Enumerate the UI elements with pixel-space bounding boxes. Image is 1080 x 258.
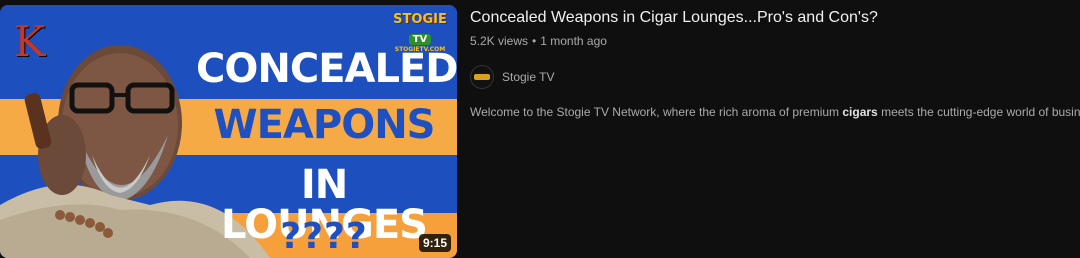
video-result[interactable]: K STOGIE TV STOGIETV.COM CONCEALED WEAPO… (0, 0, 1080, 258)
stogie-tv-avatar-icon[interactable] (470, 65, 494, 89)
thumbnail-line-1: CONCEALED (196, 46, 457, 92)
channel-row[interactable]: Stogie TV (470, 65, 1070, 89)
description-highlight: cigars (842, 105, 878, 119)
video-title[interactable]: Concealed Weapons in Cigar Lounges...Pro… (470, 7, 1070, 29)
thumbnail-line-4: ???? (280, 216, 368, 257)
duration-badge: 9:15 (418, 234, 451, 252)
meta-separator: • (532, 34, 537, 48)
thumbnail-logo: K (14, 17, 46, 66)
upload-age: 1 month ago (540, 34, 607, 48)
video-info: Concealed Weapons in Cigar Lounges...Pro… (470, 7, 1080, 121)
video-metadata: 5.2K views • 1 month ago (470, 33, 1070, 49)
view-count: 5.2K views (470, 34, 529, 48)
channel-name[interactable]: Stogie TV (502, 70, 554, 84)
description-text-end: meets the cutting-edge world of business… (881, 105, 1080, 119)
brand-top-text: STOGIE (393, 12, 447, 27)
video-description: Welcome to the Stogie TV Network, where … (470, 103, 1080, 121)
video-thumbnail[interactable]: K STOGIE TV STOGIETV.COM CONCEALED WEAPO… (0, 5, 457, 258)
thumbnail-brand-badge: STOGIE TV STOGIETV.COM (388, 12, 452, 54)
brand-mid-text: TV (408, 34, 432, 45)
description-text-start: Welcome to the Stogie TV Network, where … (470, 105, 843, 119)
thumbnail-line-2: WEAPONS (213, 102, 435, 148)
